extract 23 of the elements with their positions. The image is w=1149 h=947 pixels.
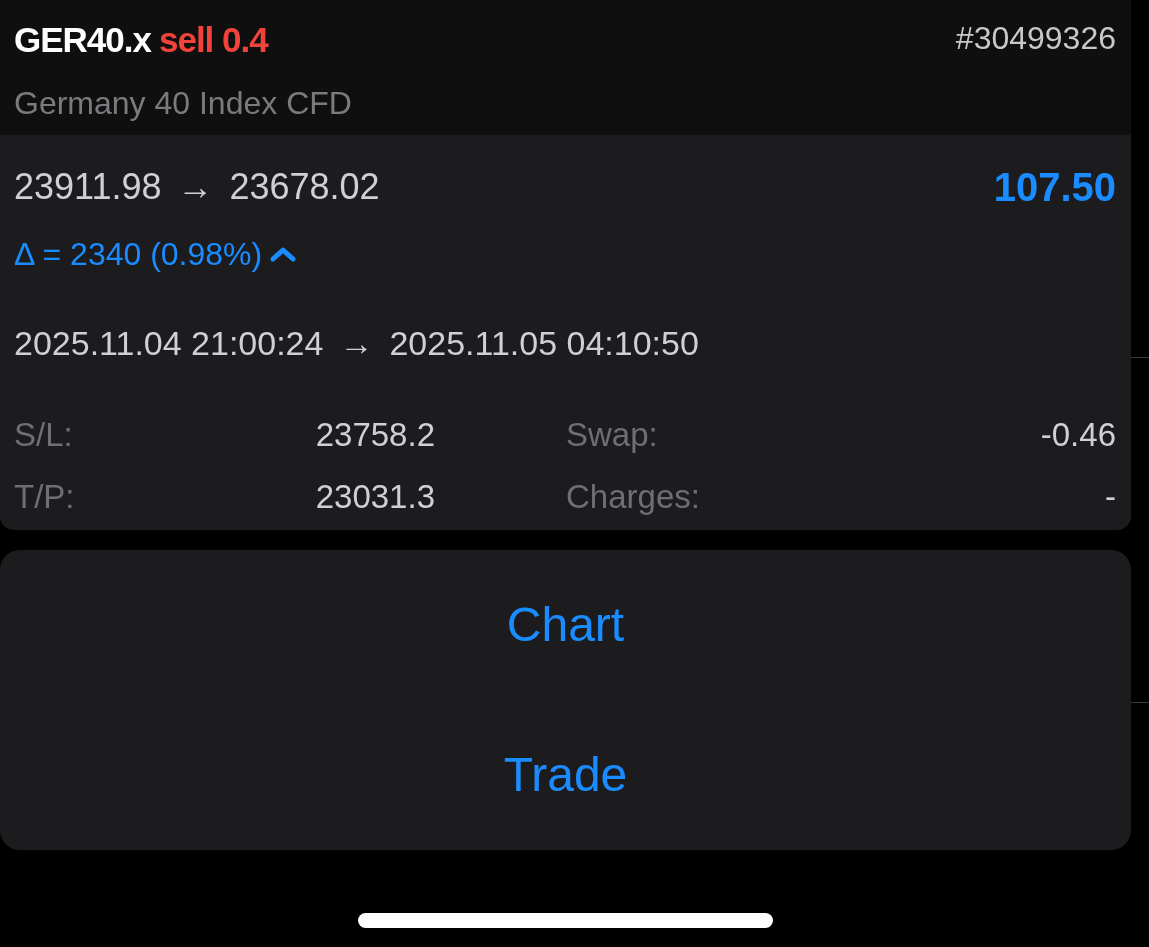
close-price: 23678.02 xyxy=(229,165,380,209)
order-type-volume: sell 0.4 xyxy=(158,19,268,61)
field-value: 23758.2 xyxy=(314,415,435,455)
open-time: 2025.11.04 21:00:24 xyxy=(14,323,324,363)
symbol-description: Germany 40 Index CFD xyxy=(14,83,353,123)
arrow-text: → xyxy=(177,165,214,209)
open-price: 23911.98 xyxy=(14,165,162,209)
profit-value: 107.50 xyxy=(993,165,1116,209)
action-button[interactable]: Chart xyxy=(0,550,1131,700)
field-label: Charges: xyxy=(565,477,701,517)
field-value: - xyxy=(1104,477,1116,517)
field-label: S/L: xyxy=(14,415,74,455)
close-time: 2025.11.05 04:10:50 xyxy=(389,323,699,363)
field-label: Swap: xyxy=(565,415,659,455)
field-label: T/P: xyxy=(14,477,76,517)
field-value: -0.46 xyxy=(1040,415,1116,455)
ticket-number: #30499326 xyxy=(955,19,1116,58)
symbol-title: GER40.x xyxy=(14,19,151,61)
field-value: 23031.3 xyxy=(314,477,435,517)
arrow-text: → xyxy=(339,323,374,363)
action-button[interactable]: Trade xyxy=(0,700,1131,850)
price-delta: Δ = 2340 (0.98%) xyxy=(14,235,263,274)
chevron-up-icon[interactable] xyxy=(270,246,297,262)
